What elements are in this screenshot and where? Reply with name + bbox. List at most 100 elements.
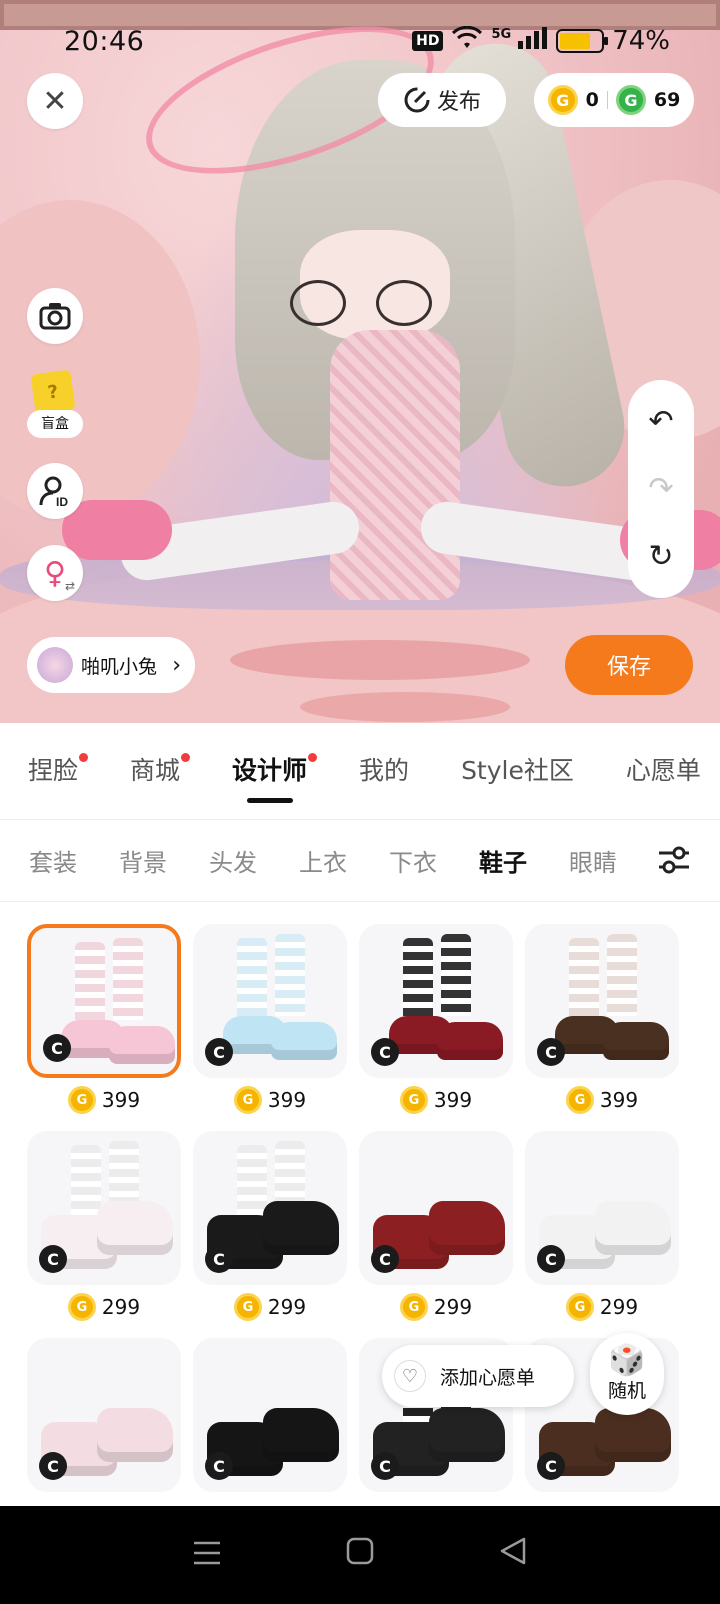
system-nav-bar	[0, 1506, 720, 1604]
category-tab-3[interactable]: 上衣	[299, 843, 347, 878]
item-card[interactable]: C G 299	[27, 1131, 181, 1321]
creator-badge-icon: C	[371, 1245, 399, 1273]
category-tab-0[interactable]: 套装	[29, 843, 77, 878]
item-card[interactable]: C G 399	[193, 924, 347, 1114]
back-icon[interactable]	[498, 1536, 528, 1574]
notification-dot	[308, 753, 318, 762]
avatar-outfit	[330, 330, 460, 600]
profile-chip[interactable]: 啪叽小兔 ›	[27, 637, 195, 693]
item-card[interactable]: C	[193, 1338, 347, 1492]
room-rug	[230, 640, 530, 680]
category-tab-6[interactable]: 眼睛	[569, 843, 617, 878]
tab-5[interactable]: 心愿单	[626, 723, 701, 819]
shoe-art	[263, 1201, 339, 1255]
redo-icon[interactable]: ↷	[648, 471, 673, 506]
gold-coin-icon: G	[565, 1086, 594, 1114]
item-card[interactable]: C	[27, 1338, 181, 1492]
tab-2[interactable]: 设计师	[232, 723, 318, 819]
hd-icon: HD	[412, 31, 444, 51]
category-tab-2[interactable]: 头发	[209, 843, 257, 878]
sock-art	[275, 934, 305, 1016]
category-tab-4[interactable]: 下衣	[389, 843, 437, 878]
sliders-icon	[659, 846, 689, 874]
menu-icon[interactable]	[192, 1536, 222, 1574]
blind-box-label: 盲盒	[27, 410, 83, 438]
tab-label: Style社区	[461, 756, 574, 785]
svg-text:ID: ID	[56, 495, 68, 508]
tab-0[interactable]: 捏脸	[28, 723, 89, 819]
close-button[interactable]: ✕	[27, 73, 83, 129]
tab-4[interactable]: Style社区	[461, 723, 574, 819]
item-card[interactable]: C G 299	[193, 1131, 347, 1321]
item-thumbnail: C	[27, 1131, 181, 1285]
creator-badge-icon: C	[205, 1452, 233, 1480]
avatar-id-button[interactable]: ID	[27, 463, 83, 519]
item-card[interactable]: C G 399	[525, 924, 679, 1114]
reset-icon[interactable]: ↻	[648, 539, 673, 574]
price-value: 399	[267, 1088, 307, 1112]
subtab-divider	[0, 901, 720, 902]
item-card[interactable]: C G 299	[525, 1131, 679, 1321]
room-rug-2	[300, 692, 510, 722]
shoe-art	[437, 1022, 503, 1060]
price-value: 399	[433, 1088, 473, 1112]
shoe-art	[109, 1026, 175, 1064]
edit-history-panel: ↶ ↷ ↻	[628, 380, 694, 598]
item-thumbnail: C	[359, 1131, 513, 1285]
shoe-art	[595, 1408, 671, 1462]
price-value: 399	[101, 1088, 141, 1112]
status-bar: 20:46 HD 5G 74%	[0, 0, 720, 80]
sock-art	[569, 938, 599, 1020]
sock-art	[403, 938, 433, 1020]
publish-button[interactable]: 发布	[378, 73, 506, 127]
gold-coin-icon: G	[233, 1293, 262, 1321]
price-value: 299	[267, 1295, 307, 1319]
blind-box-button[interactable]: ? 盲盒	[27, 369, 83, 438]
gold-coin-icon: G	[233, 1086, 262, 1114]
blind-box-icon: ?	[30, 369, 76, 415]
item-thumbnail: C	[525, 1131, 679, 1285]
camera-button[interactable]	[27, 288, 83, 344]
tab-3[interactable]: 我的	[359, 723, 409, 819]
chevron-right-icon: ›	[172, 652, 181, 678]
random-button[interactable]: 🎲 随机	[590, 1333, 664, 1415]
home-icon[interactable]	[345, 1536, 375, 1574]
add-wishlist-button[interactable]: ♡ 添加心愿单	[382, 1345, 574, 1407]
item-card[interactable]: C G 399	[27, 924, 181, 1114]
gold-coin-icon: G	[399, 1086, 428, 1114]
battery-icon	[556, 29, 609, 53]
gold-coin-icon: G	[67, 1293, 96, 1321]
creator-badge-icon: C	[371, 1038, 399, 1066]
user-id-icon: ID	[39, 476, 68, 508]
tab-label: 我的	[359, 756, 410, 785]
shoe-art	[271, 1022, 337, 1060]
item-price: G 299	[359, 1293, 513, 1321]
item-price: G 299	[525, 1293, 679, 1321]
filter-button[interactable]	[652, 838, 696, 882]
notification-dot	[181, 753, 191, 762]
currency-pill[interactable]: G 0 G 69	[534, 73, 694, 127]
item-price: G 399	[525, 1086, 679, 1114]
sock-art	[237, 938, 267, 1020]
shoe-art	[429, 1408, 505, 1462]
creator-badge-icon: C	[39, 1245, 67, 1273]
item-card[interactable]: C G 299	[359, 1131, 513, 1321]
save-button[interactable]: 保存	[565, 635, 693, 695]
category-tab-5[interactable]: 鞋子	[479, 843, 527, 878]
item-thumbnail: C	[359, 924, 513, 1078]
category-tab-1[interactable]: 背景	[119, 843, 167, 878]
item-thumbnail: C	[193, 1131, 347, 1285]
sock-art	[441, 934, 471, 1016]
sock-art	[75, 942, 105, 1024]
category-tab-bar: 套装 背景 头发 上衣 下衣 鞋子 眼睛	[0, 820, 640, 900]
price-value: 299	[599, 1295, 639, 1319]
undo-icon[interactable]: ↶	[648, 404, 673, 439]
wishlist-label: 添加心愿单	[440, 1366, 536, 1389]
item-card[interactable]: C G 399	[359, 924, 513, 1114]
tab-1[interactable]: 商城	[130, 723, 191, 819]
heart-icon: ♡	[394, 1360, 426, 1392]
wifi-icon	[451, 25, 483, 56]
tab-label: 设计师	[232, 756, 308, 785]
gender-switch-button[interactable]: ♀ ⇄	[27, 545, 83, 601]
battery-percent: 74%	[612, 26, 670, 56]
